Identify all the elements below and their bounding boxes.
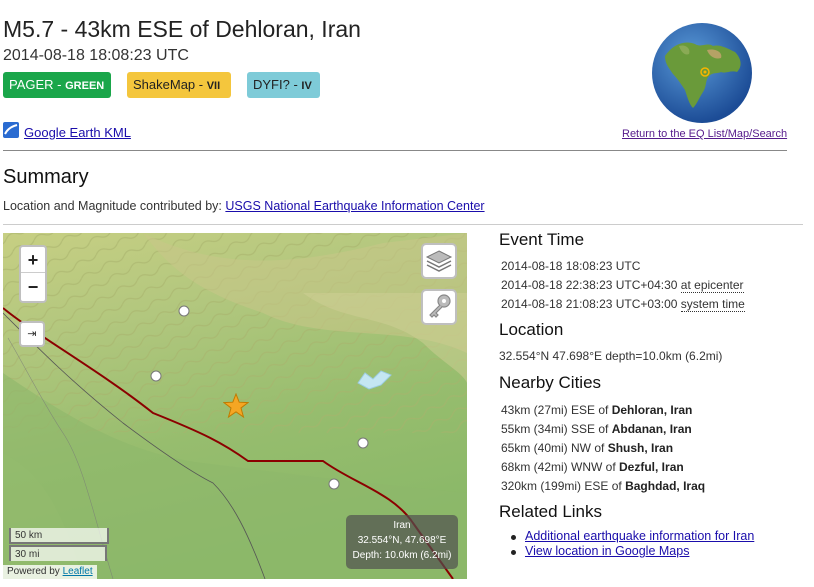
event-time-heading: Event Time: [499, 230, 585, 249]
dyfi-label: DYFI? -: [253, 77, 302, 92]
related-links-heading: Related Links: [499, 502, 603, 521]
city-distance: 43km (27mi) ESE of: [501, 403, 612, 417]
bullet: [511, 550, 516, 555]
city-distance: 55km (34mi) SSE of: [501, 422, 612, 436]
header-divider: [3, 150, 787, 151]
shakemap-label: ShakeMap -: [133, 77, 207, 92]
nearby-city: 320km (199mi) ESE of Baghdad, Iraq: [501, 479, 705, 493]
globe-locator-icon: [652, 23, 752, 123]
popup-country: Iran: [393, 520, 411, 531]
shakemap-badge[interactable]: ShakeMap - VII: [127, 72, 231, 98]
leaflet-link[interactable]: Leaflet: [63, 566, 93, 577]
epicenter-star-icon[interactable]: [223, 393, 249, 419]
dyfi-value: IV: [301, 80, 312, 92]
system-time-label: system time: [680, 297, 745, 312]
city-name: Baghdad, Iraq: [625, 479, 706, 493]
layers-icon: [425, 250, 453, 272]
city-distance: 65km (40mi) NW of: [501, 441, 608, 455]
city-name: Shush, Iran: [607, 441, 674, 455]
system-time-value: 2014-08-18 21:08:23 UTC+03:00: [501, 297, 681, 311]
epicenter-label: at epicenter: [680, 278, 744, 293]
pager-label: PAGER -: [9, 77, 66, 92]
nearby-city: 43km (27mi) ESE of Dehloran, Iran: [501, 403, 692, 417]
event-time-system: 2014-08-18 21:08:23 UTC+03:00 system tim…: [501, 297, 745, 312]
nearby-city: 68km (42mi) WNW of Dezful, Iran: [501, 460, 684, 474]
event-time: 2014-08-18 18:08:23 UTC: [3, 47, 189, 64]
additional-info-link[interactable]: Additional earthquake information for Ir…: [525, 529, 754, 543]
fullscreen-button[interactable]: ⇥: [19, 321, 45, 347]
zoom-in-button[interactable]: +: [21, 247, 45, 273]
event-time-utc: 2014-08-18 18:08:23 UTC: [501, 259, 641, 273]
event-time-epicenter: 2014-08-18 22:38:23 UTC+04:30 at epicent…: [501, 278, 744, 293]
event-map[interactable]: + − ⇥ 50 km 30 mi Powered by Leaflet Ira…: [3, 233, 467, 579]
city-name: Dehloran, Iran: [611, 403, 693, 417]
pager-value: GREEN: [65, 80, 105, 92]
zoom-control: + −: [19, 245, 47, 303]
summary-divider: [3, 224, 803, 225]
scale-bar-km: 50 km: [9, 528, 109, 544]
shakemap-value: VII: [206, 80, 221, 92]
popup-coordinates: 32.554°N, 47.698°E: [357, 535, 447, 546]
city-name: Dezful, Iran: [619, 460, 684, 474]
powered-prefix: Powered by: [7, 566, 63, 577]
zoom-out-button[interactable]: −: [21, 274, 45, 300]
scale-bar-mi: 30 mi: [9, 545, 107, 561]
pager-badge[interactable]: PAGER - GREEN: [3, 72, 111, 98]
attribution: Powered by Leaflet: [3, 565, 97, 579]
return-to-eq-list-link[interactable]: Return to the EQ List/Map/Search: [622, 128, 787, 140]
legend-key-button[interactable]: [421, 289, 457, 325]
summary-heading: Summary: [3, 166, 89, 188]
contributor-line: Location and Magnitude contributed by: U…: [3, 199, 485, 213]
contributor-link[interactable]: USGS National Earthquake Information Cen…: [225, 199, 484, 213]
nearby-city: 55km (34mi) SSE of Abdanan, Iran: [501, 422, 692, 436]
google-earth-icon: [3, 122, 19, 138]
google-earth-kml-link[interactable]: Google Earth KML: [24, 125, 131, 140]
key-icon: [429, 294, 451, 318]
dyfi-badge[interactable]: DYFI? - IV: [247, 72, 320, 98]
nearby-city: 65km (40mi) NW of Shush, Iran: [501, 441, 673, 455]
layers-button[interactable]: [421, 243, 457, 279]
event-title: M5.7 - 43km ESE of Dehloran, Iran: [3, 16, 361, 42]
nearby-cities-heading: Nearby Cities: [499, 373, 602, 392]
city-distance: 68km (42mi) WNW of: [501, 460, 620, 474]
location-value: 32.554°N 47.698°E depth=10.0km (6.2mi): [499, 349, 723, 363]
location-heading: Location: [499, 320, 564, 339]
bullet: [511, 535, 516, 540]
epicenter-time-value: 2014-08-18 22:38:23 UTC+04:30: [501, 278, 681, 292]
map-coordinate-popup: Iran 32.554°N, 47.698°E Depth: 10.0km (6…: [346, 515, 458, 569]
city-distance: 320km (199mi) ESE of: [501, 479, 626, 493]
contributor-prefix: Location and Magnitude contributed by:: [3, 199, 226, 213]
popup-depth: Depth: 10.0km (6.2mi): [352, 550, 452, 561]
google-maps-link[interactable]: View location in Google Maps: [525, 544, 689, 558]
city-name: Abdanan, Iran: [611, 422, 692, 436]
